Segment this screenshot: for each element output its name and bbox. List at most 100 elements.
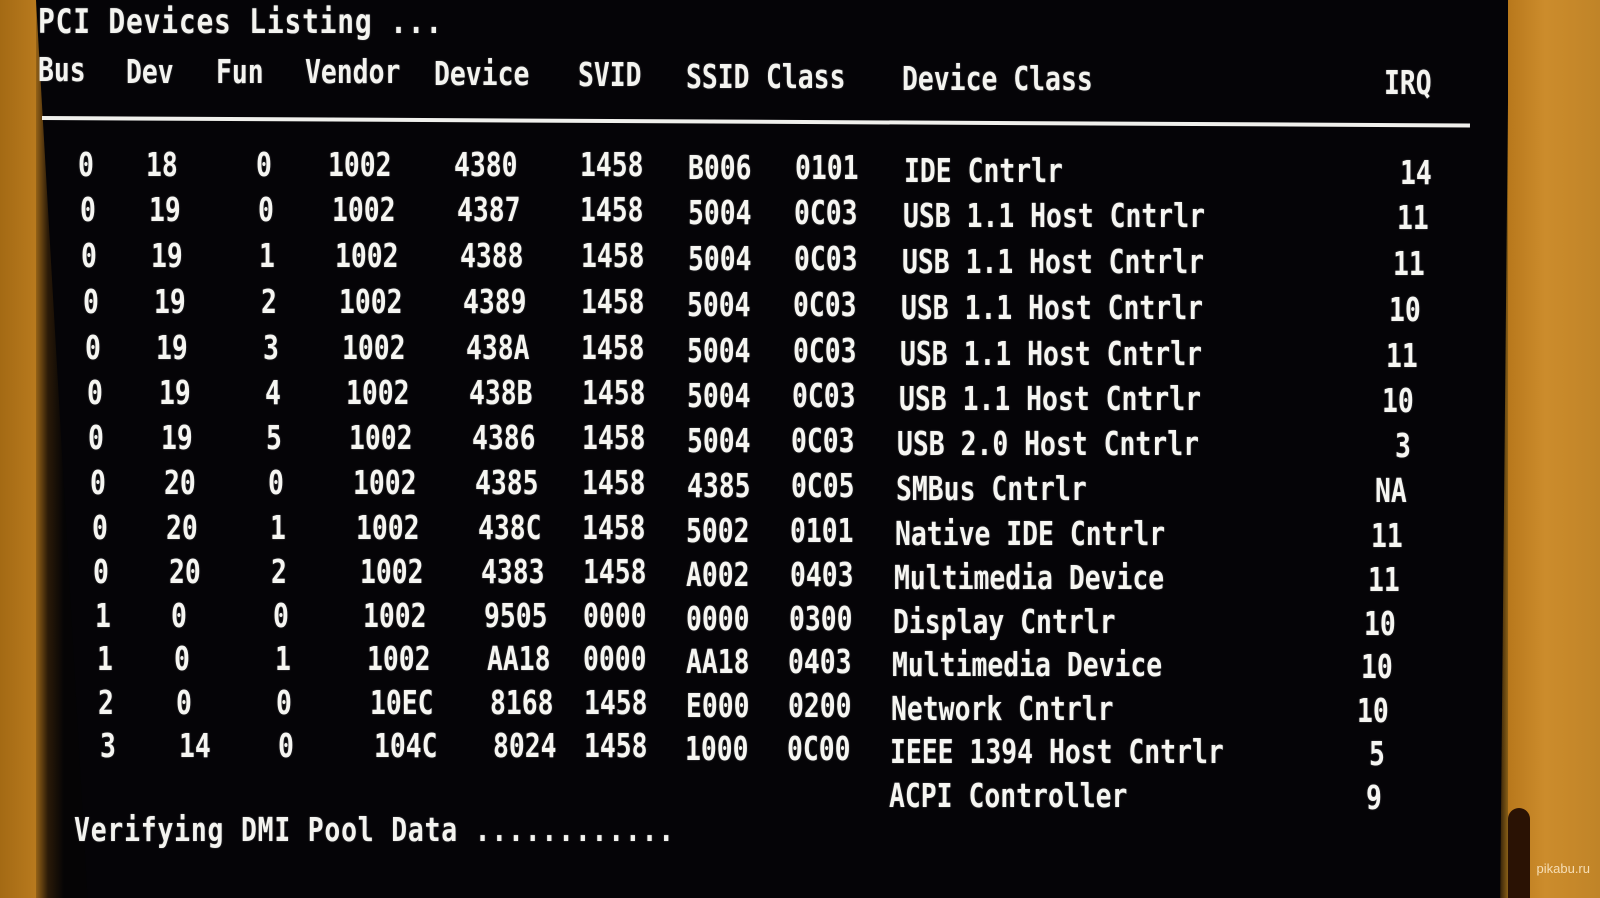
watermark: pikabu.ru (1536, 861, 1590, 876)
cell-bus: 0 (89, 463, 106, 502)
cell-vendor: 1002 (363, 596, 427, 635)
cell-device-class: IDE Cntrlr (904, 151, 1063, 190)
cell-device-class: Multimedia Device (891, 645, 1163, 684)
cell-dev: 20 (163, 463, 196, 502)
cell-vendor: 1002 (331, 190, 396, 229)
cell-bus: 0 (86, 373, 103, 412)
cell-irq: NA (1375, 471, 1407, 510)
cell-irq: 9 (1365, 778, 1382, 817)
cell-ssid: 4385 (686, 466, 751, 505)
cell-svid: 1458 (582, 552, 647, 591)
cell-vendor: 104C (373, 726, 438, 765)
col-svid: SVID (578, 55, 642, 94)
cell-vendor: 1002 (356, 508, 420, 547)
cell-device-class: Native IDE Cntrlr (895, 514, 1166, 553)
cell-fun: 0 (267, 463, 284, 502)
cell-svid: 1458 (581, 373, 646, 412)
cell-class: 0101 (795, 148, 859, 187)
cell-dev: 20 (168, 552, 201, 591)
cell-vendor: 1002 (359, 552, 424, 591)
cell-bus: 0 (93, 552, 110, 591)
cell-device: 4383 (481, 552, 545, 591)
cell-irq: 11 (1371, 516, 1404, 555)
cell-device-class: USB 2.0 Host Cntrlr (897, 424, 1200, 463)
cell-vendor: 1002 (342, 328, 406, 367)
cell-class: 0403 (789, 555, 854, 594)
cell-class: 0C03 (793, 285, 857, 324)
status-message: Verifying DMI Pool Data ............ (74, 810, 675, 849)
cell-svid: 1458 (582, 508, 646, 547)
cell-device-class: Multimedia Device (894, 558, 1165, 597)
cell-dev: 19 (148, 190, 181, 229)
cell-svid: 1458 (580, 145, 644, 184)
cell-ssid: 1000 (685, 729, 749, 768)
cell-device: 4380 (454, 145, 518, 184)
cell-fun: 5 (266, 418, 283, 457)
cell-irq: 11 (1367, 560, 1400, 599)
cell-svid: 1458 (581, 328, 645, 367)
cell-class: 0C03 (791, 421, 855, 460)
cell-device: 9505 (484, 596, 548, 635)
cell-svid: 1458 (580, 236, 645, 275)
cell-bus: 0 (78, 145, 94, 184)
cell-irq: 3 (1394, 426, 1411, 465)
cell-svid: 1458 (580, 190, 644, 229)
cell-vendor: 1002 (366, 639, 431, 678)
cell-device: 438A (466, 328, 530, 367)
cell-fun: 0 (257, 190, 274, 229)
cell-device: 4386 (472, 418, 536, 457)
cell-dev: 18 (146, 145, 178, 184)
cell-ssid: A002 (686, 555, 750, 594)
cell-ssid: B006 (688, 148, 752, 187)
cell-svid: 1458 (583, 726, 648, 765)
cell-device: 4385 (475, 463, 539, 502)
cell-device-class: USB 1.1 Host Cntrlr (901, 242, 1204, 281)
col-irq: IRQ (1384, 63, 1432, 102)
cell-svid: 1458 (580, 282, 645, 321)
cell-dev: 0 (176, 683, 192, 722)
cell-ssid: 5004 (686, 421, 751, 460)
cell-device: 8168 (490, 683, 554, 722)
cell-ssid: E000 (685, 686, 750, 725)
cell-ssid: 5004 (687, 239, 752, 278)
cell-vendor: 1002 (352, 463, 417, 502)
cell-svid: 0000 (583, 639, 647, 678)
cell-dev: 19 (151, 236, 183, 275)
cell-class: 0C03 (792, 331, 857, 370)
cell-device: 8024 (493, 726, 557, 765)
cell-svid: 1458 (581, 418, 646, 457)
col-class: Class (766, 57, 846, 96)
cell-ssid: 5004 (687, 331, 751, 370)
cell-dev: 0 (171, 596, 187, 635)
table-row: ACPI Controller 9 (0, 0, 1600, 817)
cell-irq: 10 (1357, 691, 1389, 730)
cell-device-class: Display Cntrlr (893, 602, 1116, 641)
cell-bus: 0 (84, 328, 101, 367)
cell-irq: 11 (1396, 198, 1429, 237)
cell-device: 4387 (457, 190, 521, 229)
cable (1508, 808, 1530, 898)
cell-dev: 14 (178, 726, 211, 765)
cell-class: 0101 (790, 511, 854, 550)
cell-fun: 1 (274, 639, 291, 678)
cell-device: 4388 (460, 236, 524, 275)
cell-fun: 1 (259, 236, 276, 275)
col-device: Device (434, 54, 530, 93)
col-vendor: Vendor (305, 52, 401, 91)
cell-vendor: 1002 (335, 236, 399, 275)
cell-svid: 1458 (582, 463, 646, 502)
cell-device: AA18 (487, 639, 551, 678)
col-device-class: Device Class (902, 59, 1093, 98)
cell-irq: 10 (1360, 647, 1393, 686)
cell-class: 0C03 (794, 193, 858, 232)
col-ssid: SSID (686, 57, 750, 96)
cell-class: 0300 (789, 599, 853, 638)
cell-bus: 0 (83, 282, 99, 321)
cell-irq: 10 (1382, 381, 1414, 420)
cell-ssid: 5004 (687, 285, 751, 324)
cell-fun: 1 (269, 508, 286, 547)
cell-bus: 0 (91, 508, 108, 547)
cell-bus: 0 (79, 190, 96, 229)
cell-device: 438C (478, 508, 542, 547)
cell-class: 0C00 (787, 729, 851, 768)
